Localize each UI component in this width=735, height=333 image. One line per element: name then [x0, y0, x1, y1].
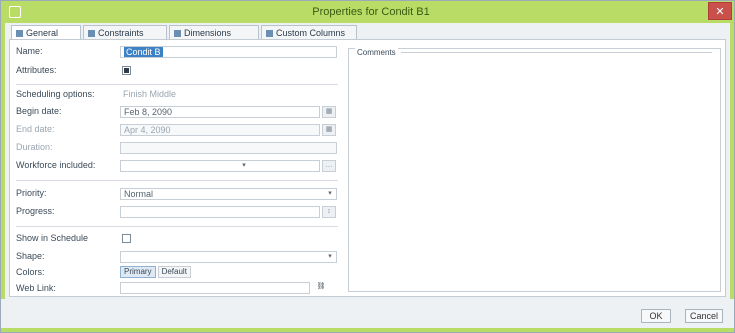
end-date-calendar-icon[interactable]: ▦ — [322, 124, 336, 136]
custom-columns-icon — [266, 30, 273, 38]
priority-value: Normal — [124, 189, 154, 199]
title-bar[interactable]: Properties for Condit B1 ✕ — [1, 1, 734, 23]
cancel-button[interactable]: Cancel — [685, 309, 723, 323]
comments-textarea[interactable]: Comments — [348, 48, 721, 292]
workforce-select[interactable]: ▾ — [120, 160, 320, 172]
chevron-down-icon: ▾ — [242, 162, 246, 169]
comments-divider — [401, 52, 712, 53]
ok-button[interactable]: OK — [641, 309, 671, 323]
chevron-down-icon: ▾ — [328, 253, 332, 260]
progress-label: Progress: — [16, 206, 55, 216]
window-border-left — [1, 23, 5, 328]
name-label: Name: — [16, 46, 43, 56]
window-border-right — [730, 23, 734, 328]
attributes-label: Attributes: — [16, 65, 57, 75]
close-button[interactable]: ✕ — [708, 2, 732, 20]
comments-label: Comments — [355, 48, 398, 57]
progress-spinner-icon[interactable]: ↕ — [322, 206, 336, 218]
tab-general[interactable]: General — [11, 25, 81, 39]
link-icon[interactable]: ⛓ — [314, 282, 328, 294]
name-input[interactable]: Condit B — [120, 46, 337, 58]
workforce-label: Workforce included: — [16, 160, 96, 170]
chevron-down-icon: ▾ — [328, 190, 332, 197]
begin-date-input[interactable]: Feb 8, 2090 — [120, 106, 320, 118]
end-date-input[interactable]: Apr 4, 2090 — [120, 124, 320, 136]
colors-option-default[interactable]: Default — [157, 266, 191, 278]
properties-dialog: Properties for Condit B1 ✕ General Const… — [0, 0, 735, 333]
priority-select[interactable]: Normal ▾ — [120, 188, 337, 200]
tab-custom-columns-label: Custom Columns — [276, 28, 346, 38]
tab-custom-columns[interactable]: Custom Columns — [261, 25, 357, 39]
show-in-schedule-checkbox[interactable] — [122, 234, 131, 243]
tab-constraints-label: Constraints — [98, 28, 144, 38]
duration-label: Duration: — [16, 142, 53, 152]
divider — [16, 84, 338, 85]
priority-label: Priority: — [16, 188, 47, 198]
duration-input[interactable] — [120, 142, 337, 154]
divider — [16, 180, 338, 181]
tab-constraints[interactable]: Constraints — [83, 25, 167, 39]
constraints-icon — [88, 30, 95, 38]
end-date-label: End date: — [16, 124, 55, 134]
divider — [16, 226, 338, 227]
scheduling-options-value: Finish Middle — [123, 89, 177, 99]
shape-label: Shape: — [16, 251, 45, 261]
progress-input[interactable] — [120, 206, 320, 218]
general-icon — [16, 30, 23, 38]
dimensions-icon — [174, 30, 181, 38]
scheduling-options-label: Scheduling options: — [16, 89, 95, 99]
colors-toggle-group: Primary Default — [120, 266, 193, 278]
colors-label: Colors: — [16, 267, 45, 277]
begin-date-label: Begin date: — [16, 106, 62, 116]
name-value: Condit B — [124, 47, 163, 57]
app-icon — [9, 6, 21, 18]
workforce-edit-icon[interactable]: … — [322, 160, 336, 172]
colors-option-primary[interactable]: Primary — [120, 266, 156, 278]
begin-date-calendar-icon[interactable]: ▦ — [322, 106, 336, 118]
general-panel: Name: Condit B Attributes: Scheduling op… — [9, 39, 726, 297]
tab-general-label: General — [26, 28, 59, 38]
show-in-schedule-label: Show in Schedule — [16, 233, 89, 243]
tab-dimensions-label: Dimensions — [184, 28, 232, 38]
window-border-bottom — [1, 328, 734, 332]
attributes-checkbox[interactable] — [122, 66, 131, 75]
shape-select[interactable]: ▾ — [120, 251, 337, 263]
tab-dimensions[interactable]: Dimensions — [169, 25, 259, 39]
window-title: Properties for Condit B1 — [312, 6, 430, 18]
web-link-input[interactable] — [120, 282, 310, 294]
web-link-label: Web Link: — [16, 283, 56, 293]
